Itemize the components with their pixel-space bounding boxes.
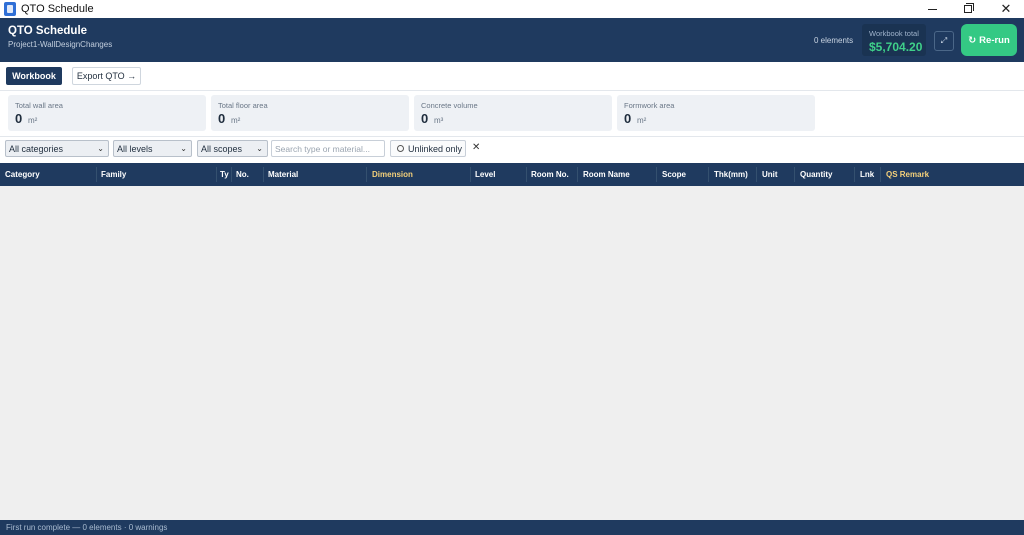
status-text: First run complete — 0 elements · 0 warn…	[6, 523, 168, 532]
scope-filter[interactable]: All scopes ⌄	[197, 140, 268, 157]
workbook-total-label: Workbook total	[869, 29, 919, 38]
rerun-button[interactable]: ↻ Re-run	[961, 24, 1017, 56]
stat-label: Total wall area	[15, 101, 63, 110]
close-icon: ✕	[472, 142, 481, 153]
chevron-down-icon: ⌄	[256, 144, 263, 153]
window-titlebar: QTO Schedule ✕	[0, 0, 1024, 18]
column-header-thickness[interactable]: Thk(mm)	[714, 170, 748, 179]
search-input[interactable]: Search type or material...	[271, 140, 385, 157]
column-header-material[interactable]: Material	[268, 170, 298, 179]
column-header-room-name[interactable]: Room Name	[583, 170, 630, 179]
status-bar: First run complete — 0 elements · 0 warn…	[0, 520, 1024, 535]
unlinked-only-toggle[interactable]: Unlinked only	[390, 140, 466, 157]
minimize-icon	[927, 8, 937, 10]
column-divider[interactable]	[216, 167, 217, 182]
column-divider[interactable]	[470, 167, 471, 182]
export-qto-button[interactable]: Export QTO →	[72, 67, 141, 85]
column-header-category[interactable]: Category	[5, 170, 40, 179]
unlinked-only-label: Unlinked only	[408, 143, 463, 154]
chevron-down-icon: ⌄	[180, 144, 187, 153]
divider	[0, 136, 1024, 137]
project-name: Project1-WallDesignChanges	[8, 40, 113, 49]
stat-label: Total floor area	[218, 101, 268, 110]
column-header-room-no[interactable]: Room No.	[531, 170, 569, 179]
column-divider[interactable]	[263, 167, 264, 182]
column-header-unit[interactable]: Unit	[762, 170, 778, 179]
stat-label: Formwork area	[624, 101, 675, 110]
column-divider[interactable]	[708, 167, 709, 182]
column-header-quantity[interactable]: Quantity	[800, 170, 832, 179]
column-header-dimension[interactable]: Dimension	[372, 170, 413, 179]
level-filter-value: All levels	[117, 143, 153, 154]
close-icon: ✕	[1000, 1, 1012, 16]
stat-unit: m²	[637, 116, 647, 125]
window-title: QTO Schedule	[21, 3, 94, 15]
stat-unit: m³	[434, 116, 444, 125]
column-divider[interactable]	[366, 167, 367, 182]
column-header-scope[interactable]: Scope	[662, 170, 686, 179]
stat-concrete-volume: Concrete volume 0 m³	[414, 95, 612, 131]
stat-label: Concrete volume	[421, 101, 478, 110]
app-icon	[4, 2, 16, 16]
column-divider[interactable]	[854, 167, 855, 182]
level-filter[interactable]: All levels ⌄	[113, 140, 192, 157]
stat-value: 0	[421, 111, 429, 126]
column-divider[interactable]	[794, 167, 795, 182]
restore-button[interactable]	[950, 0, 986, 18]
table-body	[0, 186, 1024, 520]
column-header-family[interactable]: Family	[101, 170, 126, 179]
clear-filters-button[interactable]: ✕	[472, 142, 480, 153]
radio-icon	[397, 145, 404, 152]
stat-total-wall-area: Total wall area 0 m²	[8, 95, 206, 131]
column-divider[interactable]	[96, 167, 97, 182]
element-count: 0 elements	[814, 36, 854, 45]
scope-filter-value: All scopes	[201, 143, 243, 154]
expand-button[interactable]: ⤢	[934, 31, 954, 51]
stat-unit: m²	[231, 116, 241, 125]
app-header: QTO Schedule Project1-WallDesignChanges …	[0, 18, 1024, 62]
controls-panel: Workbook Export QTO → Total wall area 0 …	[0, 62, 1024, 163]
stat-value: 0	[15, 111, 23, 126]
column-divider[interactable]	[231, 167, 232, 182]
expand-icon: ⤢	[940, 36, 948, 45]
page-title: QTO Schedule	[8, 25, 88, 37]
column-header-link[interactable]: Lnk	[860, 170, 874, 179]
stat-value: 0	[624, 111, 632, 126]
workbook-total-card: Workbook total $5,704.20	[862, 24, 926, 56]
refresh-icon: ↻	[968, 34, 977, 46]
column-divider[interactable]	[577, 167, 578, 182]
workbook-total-value: $5,704.20	[869, 40, 923, 54]
column-header-type[interactable]: Ty	[220, 170, 229, 179]
close-window-button[interactable]: ✕	[988, 0, 1024, 18]
column-header-qs-remark[interactable]: QS Remark	[886, 170, 929, 179]
column-divider[interactable]	[526, 167, 527, 182]
restore-icon	[964, 3, 974, 13]
tab-workbook[interactable]: Workbook	[6, 67, 62, 85]
column-header-level[interactable]: Level	[475, 170, 495, 179]
column-header-no[interactable]: No.	[236, 170, 249, 179]
stat-total-floor-area: Total floor area 0 m²	[211, 95, 409, 131]
stat-unit: m²	[28, 116, 38, 125]
category-filter[interactable]: All categories ⌄	[5, 140, 109, 157]
divider	[0, 90, 1024, 91]
search-placeholder: Search type or material...	[275, 143, 370, 154]
stat-value: 0	[218, 111, 226, 126]
minimize-button[interactable]	[914, 0, 950, 18]
rerun-label: Re-run	[979, 34, 1010, 46]
stat-formwork-area: Formwork area 0 m²	[617, 95, 815, 131]
column-divider[interactable]	[880, 167, 881, 182]
chevron-down-icon: ⌄	[97, 144, 104, 153]
category-filter-value: All categories	[9, 143, 64, 154]
column-divider[interactable]	[756, 167, 757, 182]
column-divider[interactable]	[656, 167, 657, 182]
table-header: Category Family Ty No. Material Dimensio…	[0, 163, 1024, 186]
